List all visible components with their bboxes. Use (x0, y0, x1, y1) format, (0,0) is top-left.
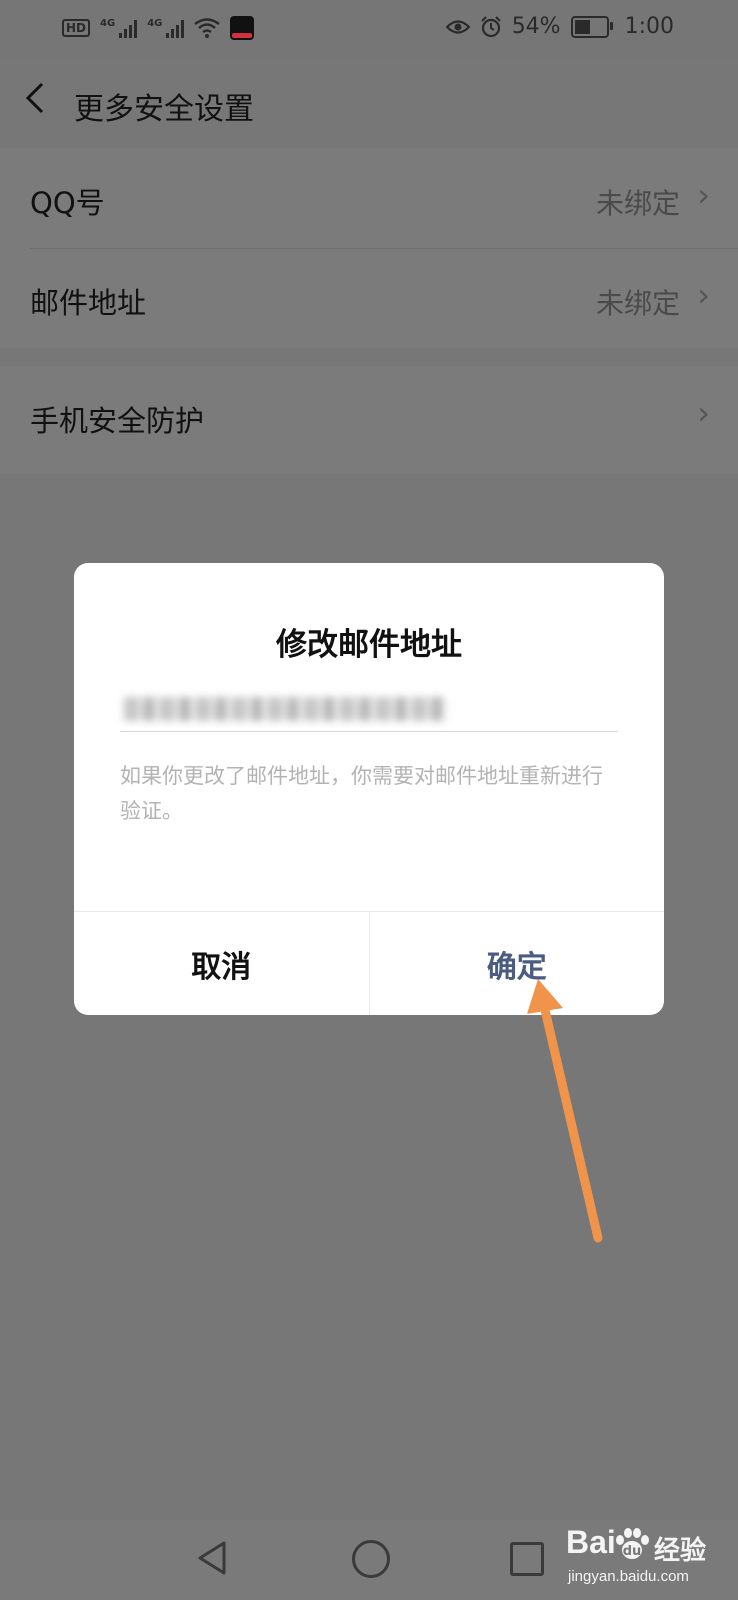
svg-text:du: du (623, 1544, 642, 1559)
nav-back-icon[interactable] (196, 1540, 228, 1576)
baidu-jingyan-watermark: Bai du 经验 jingyan.baidu.com (566, 1524, 726, 1594)
nav-recents-icon[interactable] (510, 1542, 544, 1576)
annotation-arrow (527, 979, 603, 1243)
watermark-suffix: 经验 (654, 1536, 707, 1566)
paw-icon: du (616, 1528, 649, 1559)
watermark-logo-text: Bai (566, 1524, 616, 1560)
nav-home-icon[interactable] (352, 1540, 390, 1578)
watermark-url: jingyan.baidu.com (568, 1568, 689, 1585)
